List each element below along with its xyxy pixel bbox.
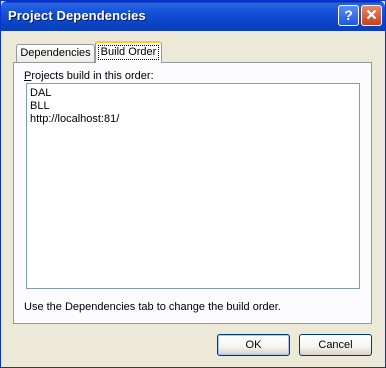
- title-bar[interactable]: Project Dependencies ?: [1, 1, 385, 31]
- close-icon: [366, 9, 377, 20]
- ok-button[interactable]: OK: [217, 334, 290, 356]
- cancel-button[interactable]: Cancel: [299, 334, 372, 356]
- build-order-panel: Projects build in this order: DAL BLL ht…: [13, 62, 372, 324]
- list-item-dal[interactable]: DAL: [30, 87, 51, 100]
- tab-dependencies-label: Dependencies: [20, 47, 91, 59]
- project-dependencies-dialog: Project Dependencies ? Dependencies Buil…: [0, 0, 386, 368]
- help-button[interactable]: ?: [338, 5, 359, 26]
- projects-list-label: Projects build in this order:: [24, 70, 154, 82]
- list-item-localhost[interactable]: http://localhost:81/: [30, 113, 119, 126]
- tab-dependencies[interactable]: Dependencies: [16, 44, 95, 62]
- list-item-bll[interactable]: BLL: [30, 100, 50, 113]
- help-icon: ?: [344, 7, 353, 23]
- build-order-hint: Use the Dependencies tab to change the b…: [24, 301, 281, 313]
- projects-list-label-text: rojects build in this order:: [31, 70, 154, 82]
- tab-build-order[interactable]: Build Order: [95, 41, 162, 63]
- build-order-listbox[interactable]: DAL BLL http://localhost:81/: [26, 83, 360, 289]
- dialog-title: Project Dependencies: [8, 8, 146, 23]
- close-button[interactable]: [361, 5, 382, 26]
- tab-build-order-label: Build Order: [97, 45, 160, 60]
